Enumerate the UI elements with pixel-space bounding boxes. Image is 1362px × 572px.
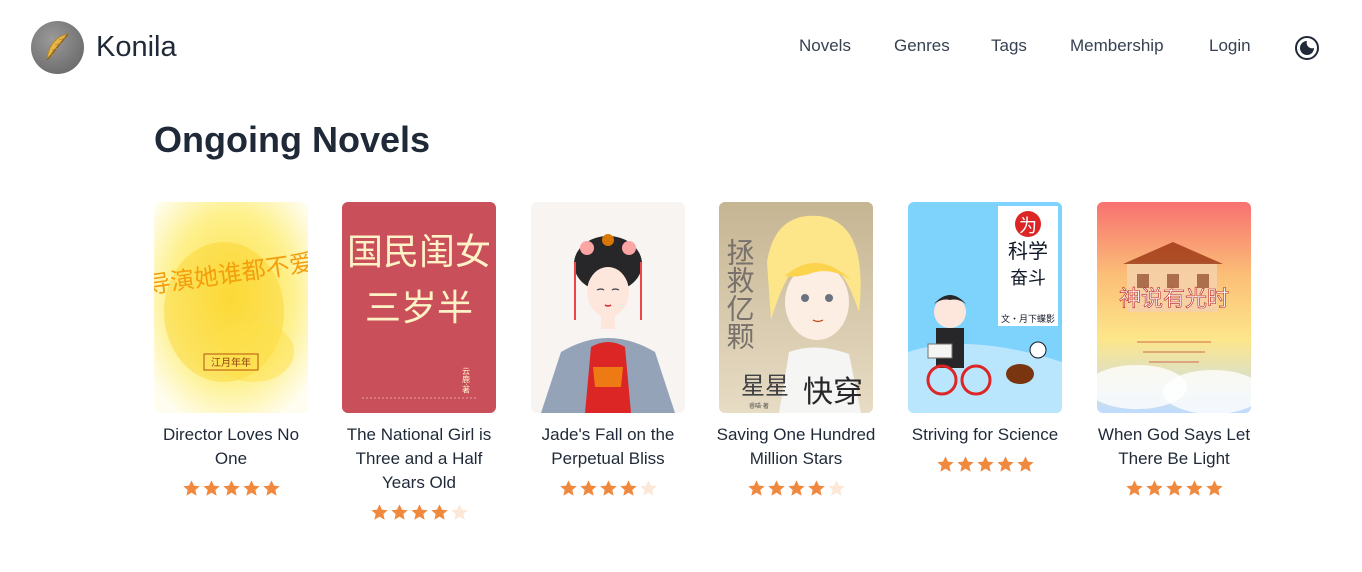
- nav-link-membership[interactable]: Membership: [1070, 36, 1164, 56]
- star-empty-icon: [639, 480, 657, 496]
- novel-title[interactable]: The National Girl is Three and a Half Ye…: [333, 423, 505, 495]
- cover-title-line1: 国民闺女: [347, 232, 491, 273]
- cover-vertical-title: 拯救亿颗: [723, 238, 756, 350]
- star-filled-icon: [1125, 480, 1143, 496]
- star-filled-icon: [559, 480, 577, 496]
- novel-cover[interactable]: 神说有光时: [1097, 202, 1251, 413]
- novel-cover[interactable]: 拯救亿颗 星星 快穿 睿喵·著: [719, 202, 873, 413]
- novel-card[interactable]: 为 科学 奋斗 文・月下蝶影 Striving for Science: [908, 202, 1062, 474]
- novel-title[interactable]: Director Loves No One: [145, 423, 317, 471]
- cover-title-top: 为: [1019, 216, 1037, 237]
- star-filled-icon: [242, 480, 260, 496]
- star-filled-icon: [1016, 456, 1034, 472]
- star-filled-icon: [1205, 480, 1223, 496]
- star-filled-icon: [182, 480, 200, 496]
- star-filled-icon: [976, 456, 994, 472]
- novel-cover[interactable]: 导演她谁都不爱 江月年年: [154, 202, 308, 413]
- star-filled-icon: [370, 504, 388, 520]
- cover-title-low: 奋斗: [1010, 268, 1046, 289]
- star-filled-icon: [956, 456, 974, 472]
- cover-bottom-title: 星星: [741, 372, 789, 400]
- star-empty-icon: [450, 504, 468, 520]
- cover-right-title: 快穿: [803, 375, 863, 410]
- cover-title-text: 神说有光时: [1119, 287, 1229, 312]
- star-filled-icon: [1165, 480, 1183, 496]
- star-rating: [154, 479, 308, 498]
- star-filled-icon: [767, 480, 785, 496]
- site-header: Konila Novels Genres Tags Membership Log…: [0, 0, 1362, 96]
- star-filled-icon: [787, 480, 805, 496]
- novel-cover[interactable]: [531, 202, 685, 413]
- novel-title[interactable]: Saving One Hundred Million Stars: [710, 423, 882, 471]
- star-filled-icon: [1185, 480, 1203, 496]
- cover-author-text: 文・月下蝶影: [1001, 313, 1055, 325]
- cover-title-mid: 科学: [1008, 239, 1048, 263]
- star-empty-icon: [827, 480, 845, 496]
- star-rating: [908, 455, 1062, 474]
- novel-title[interactable]: When God Says Let There Be Light: [1088, 423, 1260, 471]
- novel-title[interactable]: Jade's Fall on the Perpetual Bliss: [522, 423, 694, 471]
- novel-card[interactable]: 导演她谁都不爱 江月年年 Director Loves No One: [154, 202, 308, 498]
- star-rating: [342, 503, 496, 522]
- cover-author-text: 云鹿·著: [462, 367, 471, 395]
- star-filled-icon: [807, 480, 825, 496]
- nav-link-novels[interactable]: Novels: [799, 36, 851, 56]
- novel-grid: 导演她谁都不爱 江月年年 Director Loves No One 国民闺女 …: [154, 202, 1254, 542]
- cover-title-line2: 三岁半: [365, 288, 473, 329]
- nav-link-genres[interactable]: Genres: [894, 36, 950, 56]
- novel-card[interactable]: 拯救亿颗 星星 快穿 睿喵·著 Saving One Hundred Milli…: [717, 202, 875, 498]
- novel-card[interactable]: 国民闺女 三岁半 云鹿·著 The National Girl is Three…: [342, 202, 496, 522]
- star-filled-icon: [1145, 480, 1163, 496]
- novel-title[interactable]: Striving for Science: [899, 423, 1071, 447]
- cover-author-text: 睿喵·著: [749, 402, 769, 410]
- novel-card[interactable]: Jade's Fall on the Perpetual Bliss: [531, 202, 685, 498]
- star-filled-icon: [747, 480, 765, 496]
- section-title: Ongoing Novels: [154, 119, 431, 160]
- novel-cover[interactable]: 国民闺女 三岁半 云鹿·著: [342, 202, 496, 413]
- moon-icon[interactable]: [1294, 35, 1320, 61]
- star-filled-icon: [619, 480, 637, 496]
- star-rating: [1097, 479, 1251, 498]
- nav-link-tags[interactable]: Tags: [991, 36, 1027, 56]
- star-filled-icon: [262, 480, 280, 496]
- star-filled-icon: [410, 504, 428, 520]
- star-rating: [719, 479, 873, 498]
- novel-cover[interactable]: 为 科学 奋斗 文・月下蝶影: [908, 202, 1062, 413]
- cover-stamp-text: 江月年年: [211, 356, 251, 369]
- star-filled-icon: [202, 480, 220, 496]
- star-rating: [531, 479, 685, 498]
- star-filled-icon: [936, 456, 954, 472]
- main-nav: Novels Genres Tags Membership Login: [0, 36, 1362, 62]
- star-filled-icon: [390, 504, 408, 520]
- star-filled-icon: [222, 480, 240, 496]
- star-filled-icon: [599, 480, 617, 496]
- novel-card[interactable]: 神说有光时 When God Says Let There Be Light: [1097, 202, 1251, 498]
- star-filled-icon: [579, 480, 597, 496]
- star-filled-icon: [430, 504, 448, 520]
- star-filled-icon: [996, 456, 1014, 472]
- nav-link-login[interactable]: Login: [1209, 36, 1251, 56]
